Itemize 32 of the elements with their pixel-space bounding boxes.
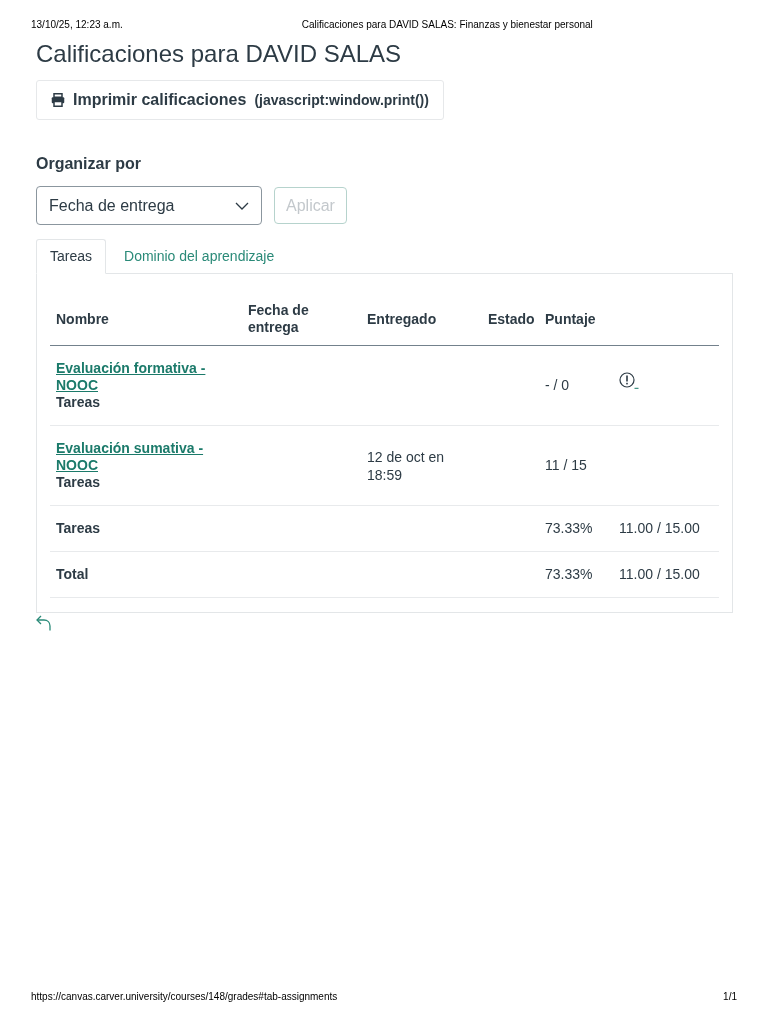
- print-grades-button[interactable]: Imprimir calificaciones (javascript:window.print()): [36, 80, 444, 120]
- printer-icon: [51, 93, 65, 107]
- score-cell: 11 / 15: [545, 457, 587, 473]
- page-number: 1/1: [723, 991, 737, 1003]
- score-cell: - / 0: [545, 377, 570, 393]
- column-header: Fecha de entrega: [248, 302, 309, 335]
- group-total-label: Tareas: [56, 520, 101, 536]
- print-page-title: Calificaciones para DAVID SALAS: Finanzas y bienestar personal: [301, 19, 593, 31]
- print-datetime: 13/10/25, 12:23 a.m.: [31, 19, 123, 31]
- points-cell: 11.00 / 15.00: [619, 520, 700, 536]
- assignment-link[interactable]: Evaluación formativa - NOOC: [56, 360, 236, 394]
- tab[interactable]: Tareas: [36, 239, 107, 274]
- points-cell: 11.00 / 15.00: [619, 566, 700, 582]
- warning-icon[interactable]: [619, 372, 639, 389]
- assignment-group: Tareas: [56, 474, 101, 491]
- column-header: Entregado: [367, 310, 437, 327]
- column-header: Puntaje: [545, 310, 596, 327]
- sort-label: Organizar por: [36, 154, 141, 173]
- curved-arrow-icon[interactable]: [36, 615, 51, 631]
- assignment-link[interactable]: Evaluación sumativa - NOOC: [56, 440, 236, 474]
- column-header: Nombre: [56, 310, 109, 327]
- submitted-cell: 12 de oct en 18:59: [367, 448, 445, 483]
- assignment-group: Tareas: [56, 394, 101, 411]
- chevron-down-icon: [235, 201, 249, 210]
- percent-cell: 73.33%: [545, 520, 593, 536]
- group-total-label: Total: [56, 566, 89, 582]
- percent-cell: 73.33%: [545, 566, 593, 582]
- sort-select[interactable]: Fecha de entrega: [36, 186, 262, 225]
- page-url: https://canvas.carver.university/courses/148/grades#tab-assignments: [31, 991, 338, 1003]
- page-title: Calificaciones para DAVID SALAS: [36, 40, 402, 68]
- tab[interactable]: Dominio del aprendizaje: [106, 239, 293, 274]
- column-header: Estado: [488, 310, 535, 327]
